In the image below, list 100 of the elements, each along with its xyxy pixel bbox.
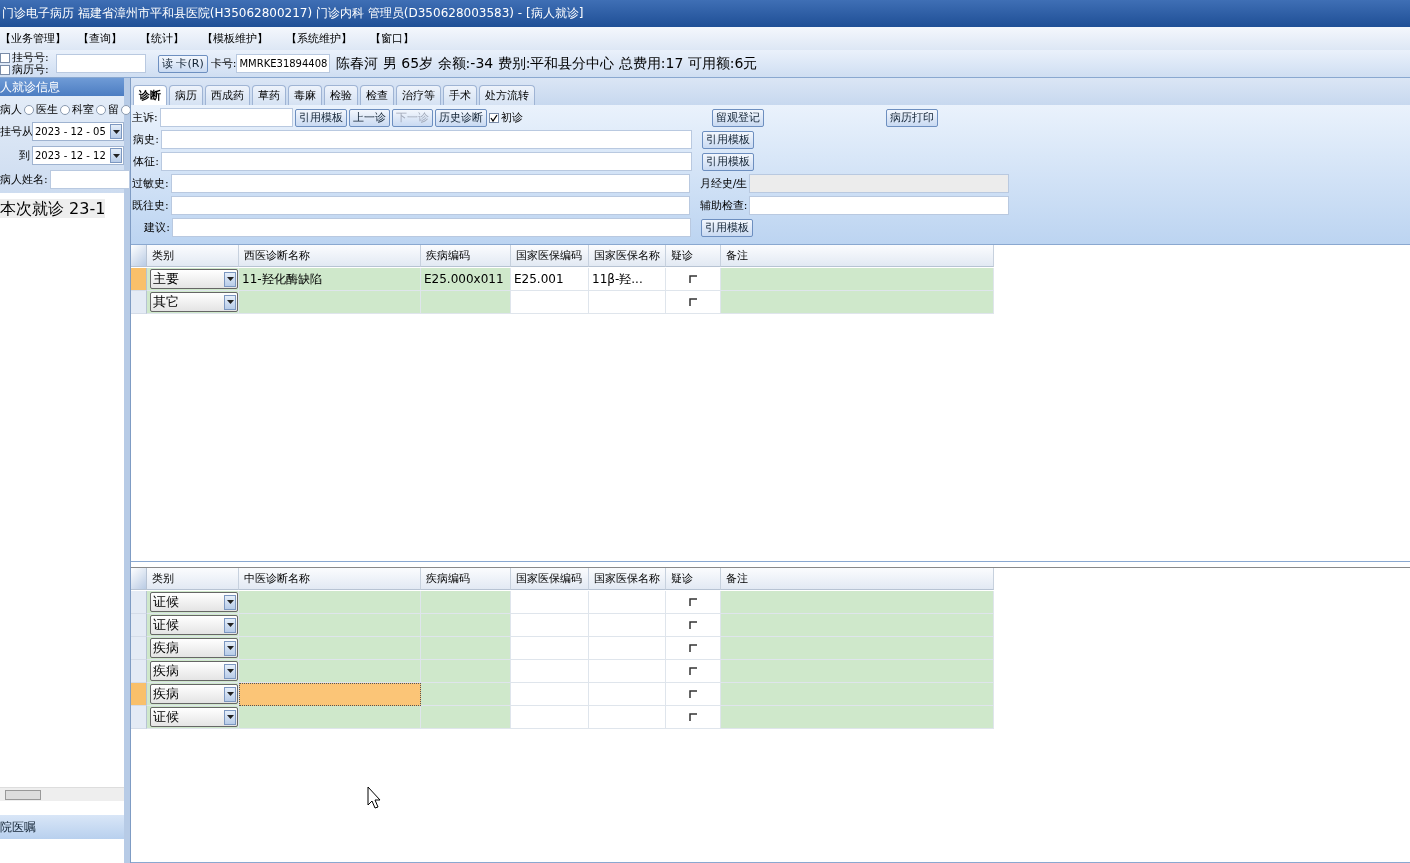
dropdown-arrow-icon — [112, 153, 120, 158]
print-record-button[interactable]: 病历打印 — [885, 108, 938, 127]
radio-option[interactable]: 病人 — [0, 102, 34, 117]
template-button[interactable]: 引用模板 — [702, 152, 754, 171]
menu-item[interactable]: 【统计】 — [140, 31, 202, 46]
field-label: 过敏史: — [132, 176, 169, 191]
suspected-checkbox[interactable] — [688, 643, 698, 653]
date-to-picker[interactable]: 2023 - 12 - 12 — [32, 146, 124, 165]
column-header[interactable]: 疾病编码 — [421, 568, 511, 590]
tab[interactable]: 诊断 — [133, 85, 167, 105]
tab[interactable]: 治疗等 — [396, 85, 441, 105]
dropdown-arrow-icon — [226, 277, 234, 281]
column-header[interactable]: 国家医保名称 — [589, 568, 666, 590]
tab[interactable]: 病历 — [169, 85, 203, 105]
category-dropdown[interactable]: 主要 — [150, 269, 238, 289]
date-from-label: 挂号从 — [0, 124, 30, 139]
row-header[interactable] — [131, 614, 147, 637]
dropdown-arrow-icon — [226, 600, 234, 604]
suspected-checkbox[interactable] — [688, 274, 698, 284]
table-cell[interactable] — [239, 683, 421, 706]
column-header[interactable]: 疑诊 — [666, 568, 721, 590]
row-header[interactable] — [131, 660, 147, 683]
tab[interactable]: 处方流转 — [479, 85, 535, 105]
field-label: 月经史/生 — [699, 176, 748, 191]
tree-item[interactable]: 本次就诊 23-1 — [0, 199, 106, 218]
chief-complaint-field[interactable] — [159, 108, 293, 127]
card-number-field[interactable]: MMRKE31894408 — [236, 54, 331, 73]
column-header[interactable]: 备注 — [721, 568, 994, 590]
signs-field[interactable] — [161, 152, 692, 171]
column-header[interactable]: 国家医保编码 — [511, 245, 589, 267]
read-card-button[interactable]: 读 卡(R) — [158, 54, 208, 73]
category-dropdown[interactable]: 疾病 — [150, 661, 238, 681]
radio-option[interactable]: 医生 — [36, 102, 70, 117]
suspected-checkbox[interactable] — [688, 712, 698, 722]
date-to-label: 到 — [18, 148, 30, 163]
mouse-cursor-icon — [367, 786, 381, 809]
advice-field[interactable] — [172, 218, 691, 237]
row-header[interactable] — [131, 591, 147, 614]
table-cell[interactable]: 11-羟化酶缺陷 — [239, 268, 421, 291]
table-cell: E25.001 — [511, 268, 589, 291]
tab[interactable]: 检查 — [360, 85, 394, 105]
suspected-checkbox[interactable] — [688, 666, 698, 676]
horizontal-scrollbar[interactable] — [0, 787, 124, 801]
past-history-field[interactable] — [170, 196, 690, 215]
row-header[interactable] — [131, 291, 147, 314]
tab[interactable]: 检验 — [324, 85, 358, 105]
aux-exam-field[interactable] — [749, 196, 1010, 215]
suspected-checkbox[interactable] — [688, 689, 698, 699]
category-dropdown[interactable]: 证候 — [150, 707, 238, 727]
category-dropdown[interactable]: 疾病 — [150, 684, 238, 704]
row-header[interactable] — [131, 683, 147, 706]
field-label: 既往史: — [132, 198, 169, 213]
tab[interactable]: 草药 — [252, 85, 286, 105]
form-button[interactable]: 历史诊断 — [434, 108, 487, 127]
menu-item[interactable]: 【业务管理】 — [0, 31, 78, 46]
suspected-checkbox[interactable] — [688, 620, 698, 630]
menu-item[interactable]: 【系统维护】 — [286, 31, 370, 46]
menu-item[interactable]: 【模板维护】 — [202, 31, 286, 46]
column-header[interactable]: 国家医保编码 — [511, 568, 589, 590]
menu-item[interactable]: 【窗口】 — [370, 31, 430, 46]
column-header[interactable]: 西医诊断名称 — [239, 245, 421, 267]
history-field[interactable] — [161, 130, 692, 149]
category-dropdown[interactable]: 疾病 — [150, 638, 238, 658]
category-dropdown[interactable]: 其它 — [150, 292, 238, 312]
id-option[interactable]: 挂号号: — [0, 51, 56, 64]
column-header[interactable]: 中医诊断名称 — [239, 568, 421, 590]
id-input-field[interactable] — [56, 54, 146, 73]
radio-option[interactable]: 科室 — [72, 102, 106, 117]
suspected-checkbox[interactable] — [688, 597, 698, 607]
tab[interactable]: 毒麻 — [288, 85, 322, 105]
menu-item[interactable]: 【查询】 — [78, 31, 140, 46]
column-header[interactable]: 类别 — [147, 245, 239, 267]
id-option[interactable]: 病历号: — [0, 63, 56, 76]
category-dropdown[interactable]: 证候 — [150, 592, 238, 612]
name-input-field[interactable] — [49, 170, 130, 189]
suspected-checkbox[interactable] — [688, 297, 698, 307]
observe-register-button[interactable]: 留观登记 — [711, 108, 764, 127]
tab[interactable]: 手术 — [443, 85, 477, 105]
date-from-picker[interactable]: 2023 - 12 - 05 — [32, 122, 124, 141]
column-header[interactable]: 国家医保名称 — [589, 245, 666, 267]
template-button[interactable]: 引用模板 — [702, 130, 754, 149]
category-dropdown[interactable]: 证候 — [150, 615, 238, 635]
column-header[interactable]: 疾病编码 — [421, 245, 511, 267]
patient-info: 陈春河 男 65岁 余额:-34 费别:平和县分中心 总费用:17 可用额:6元 — [336, 54, 758, 73]
template-button[interactable]: 引用模板 — [701, 218, 753, 237]
allergy-field[interactable] — [170, 174, 690, 193]
table-cell: E25.000x011 — [421, 268, 511, 291]
tab[interactable]: 西成药 — [205, 85, 250, 105]
field-label: 体征: — [132, 154, 159, 169]
row-header[interactable] — [131, 637, 147, 660]
row-header[interactable] — [131, 268, 147, 291]
column-header[interactable]: 类别 — [147, 568, 239, 590]
first-visit-checkbox[interactable]: 初诊 — [488, 110, 523, 125]
row-header[interactable] — [131, 706, 147, 729]
column-header[interactable]: 疑诊 — [666, 245, 721, 267]
form-button[interactable]: 引用模板 — [294, 108, 347, 127]
form-button[interactable]: 上一诊 — [348, 108, 390, 127]
column-header[interactable]: 备注 — [721, 245, 994, 267]
grid-corner — [131, 245, 147, 267]
card-label: 卡号: — [210, 56, 237, 71]
